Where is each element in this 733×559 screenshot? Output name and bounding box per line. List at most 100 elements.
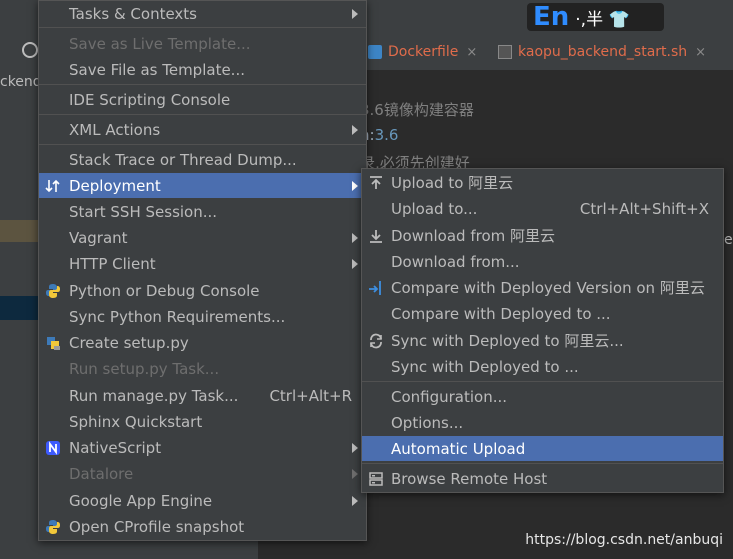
submenu-arrow-icon [352, 180, 358, 191]
ime-status: ·,半 👕 [575, 9, 630, 30]
submenu-arrow-icon [352, 124, 358, 135]
sync-icon [368, 333, 384, 349]
menu-item-label: Stack Trace or Thread Dump... [69, 150, 297, 169]
submenu-arrow-icon [352, 8, 358, 19]
submenu-item-upload-to[interactable]: Upload to... Ctrl+Alt+Shift+X [362, 196, 723, 221]
menu-item-run-setup-py-task[interactable]: Run setup.py Task... [39, 356, 366, 381]
menu-item-tasks-contexts[interactable]: Tasks & Contexts [39, 1, 366, 26]
upload-download-icon [45, 178, 61, 194]
menu-item-open-cprofile-snapshot[interactable]: Open CProfile snapshot [39, 514, 366, 539]
menu-item-label: Download from... [391, 252, 520, 271]
submenu-item-compare-deployed-to[interactable]: Compare with Deployed to ... [362, 301, 723, 326]
python-icon [45, 283, 61, 299]
deployment-submenu: Upload to 阿里云 Upload to... Ctrl+Alt+Shif… [361, 168, 724, 493]
ime-indicator: En ·,半 👕 [527, 2, 664, 32]
submenu-arrow-icon [352, 468, 358, 479]
submenu-item-download-from-aliyun[interactable]: Download from 阿里云 [362, 223, 723, 248]
menu-item-label: IDE Scripting Console [69, 90, 231, 109]
menu-item-label: Save File as Template... [69, 60, 245, 79]
menu-item-sphinx-quickstart[interactable]: Sphinx Quickstart [39, 409, 366, 434]
menu-item-save-live-template[interactable]: Save as Live Template... [39, 31, 366, 56]
highlight-row [0, 220, 40, 242]
menu-item-label: Sync with Deployed to 阿里云... [391, 332, 624, 350]
gear-icon[interactable] [22, 42, 38, 58]
separator [39, 84, 366, 85]
submenu-item-sync-deployed-to[interactable]: Sync with Deployed to ... [362, 354, 723, 379]
submenu-item-upload-to-aliyun[interactable]: Upload to 阿里云 [362, 170, 723, 195]
compare-icon [368, 280, 384, 296]
menu-item-label: Open CProfile snapshot [69, 517, 245, 536]
separator [39, 114, 366, 115]
menu-item-label: Create setup.py [69, 333, 189, 352]
menu-item-stack-trace[interactable]: Stack Trace or Thread Dump... [39, 147, 366, 172]
menu-item-run-manage-py-task[interactable]: Run manage.py Task... Ctrl+Alt+R [39, 383, 366, 408]
menu-item-xml-actions[interactable]: XML Actions [39, 117, 366, 142]
submenu-arrow-icon [352, 258, 358, 269]
menu-item-label: Run manage.py Task... [69, 386, 239, 405]
menu-item-label: Run setup.py Task... [69, 359, 220, 378]
menu-item-vagrant[interactable]: Vagrant [39, 225, 366, 250]
menu-item-start-ssh-session[interactable]: Start SSH Session... [39, 199, 366, 224]
tools-menu: Tasks & Contexts Save as Live Template..… [38, 0, 367, 541]
editor-edge-text: e [724, 232, 733, 248]
selected-row [0, 296, 40, 320]
shortcut-text: Ctrl+Alt+Shift+X [579, 199, 709, 218]
close-icon[interactable]: × [695, 45, 706, 60]
menu-item-python-debug-console[interactable]: Python or Debug Console [39, 278, 366, 303]
menu-item-http-client[interactable]: HTTP Client [39, 251, 366, 276]
menu-item-create-setup-py[interactable]: Create setup.py [39, 330, 366, 355]
submenu-item-automatic-upload[interactable]: Automatic Upload [362, 436, 723, 461]
watermark: https://blog.csdn.net/anbuqi [525, 532, 723, 548]
menu-item-label: XML Actions [69, 120, 161, 139]
menu-item-deployment[interactable]: Deployment [39, 173, 366, 198]
nativescript-icon [45, 440, 61, 456]
menu-item-save-file-template[interactable]: Save File as Template... [39, 57, 366, 82]
menu-item-label: Start SSH Session... [69, 202, 218, 221]
submenu-item-sync-deployed-aliyun[interactable]: Sync with Deployed to 阿里云... [362, 328, 723, 353]
ime-lang: En [533, 2, 570, 32]
python-package-icon [45, 335, 61, 351]
menu-item-label: Upload to... [391, 199, 478, 218]
submenu-arrow-icon [352, 442, 358, 453]
menu-item-label: Options... [391, 413, 464, 432]
menu-item-label: Google App Engine [69, 491, 213, 510]
close-icon[interactable]: × [466, 45, 477, 60]
menu-item-label: Vagrant [69, 228, 128, 247]
menu-item-label: Configuration... [391, 387, 508, 406]
tab-dockerfile[interactable]: Dockerfile × [368, 34, 477, 70]
tab-kaopu-backend-start[interactable]: kaopu_backend_start.sh × [498, 34, 706, 70]
menu-item-datalore[interactable]: Datalore [39, 461, 366, 486]
menu-item-label: Download from 阿里云 [391, 227, 556, 245]
menu-item-label: Compare with Deployed Version on 阿里云 [391, 279, 705, 297]
separator [39, 27, 366, 28]
menu-item-label: HTTP Client [69, 254, 156, 273]
separator [362, 463, 723, 464]
docker-icon [368, 45, 382, 59]
submenu-arrow-icon [352, 232, 358, 243]
menu-item-label: Sync with Deployed to ... [391, 357, 579, 376]
submenu-item-download-from[interactable]: Download from... [362, 249, 723, 274]
submenu-item-browse-remote-host[interactable]: Browse Remote Host [362, 466, 723, 491]
menu-item-label: Python or Debug Console [69, 281, 260, 300]
server-icon [368, 471, 384, 487]
menu-item-sync-python-requirements[interactable]: Sync Python Requirements... [39, 304, 366, 329]
code-line: 3.6镜像构建容器 [360, 101, 474, 119]
upload-icon [368, 175, 384, 191]
menu-item-label: Compare with Deployed to ... [391, 304, 611, 323]
project-label: ckend [0, 74, 42, 90]
menu-item-label: NativeScript [69, 438, 162, 457]
submenu-arrow-icon [352, 495, 358, 506]
menu-item-google-app-engine[interactable]: Google App Engine [39, 488, 366, 513]
menu-item-nativescript[interactable]: NativeScript [39, 435, 366, 460]
tab-label: kaopu_backend_start.sh [518, 44, 688, 60]
submenu-item-options[interactable]: Options... [362, 410, 723, 435]
menu-item-label: Save as Live Template... [69, 34, 251, 53]
menu-item-label: Deployment [69, 176, 161, 195]
separator [362, 381, 723, 382]
download-icon [368, 228, 384, 244]
submenu-item-configuration[interactable]: Configuration... [362, 384, 723, 409]
submenu-item-compare-deployed-aliyun[interactable]: Compare with Deployed Version on 阿里云 [362, 275, 723, 300]
shell-script-icon [498, 45, 512, 59]
menu-item-ide-scripting-console[interactable]: IDE Scripting Console [39, 87, 366, 112]
menu-item-label: Sync Python Requirements... [69, 307, 286, 326]
